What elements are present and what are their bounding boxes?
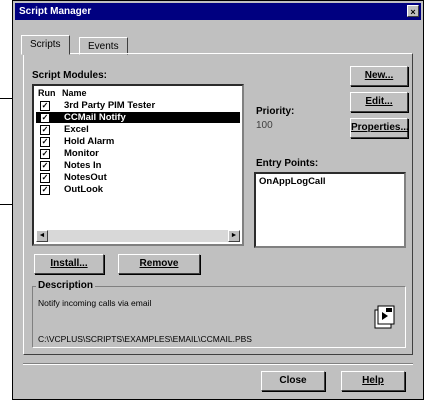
column-header-run[interactable]: Run xyxy=(38,88,58,99)
run-checkbox[interactable]: ✓ xyxy=(40,185,50,195)
list-item[interactable]: ✓ 3rd Party PIM Tester xyxy=(36,100,240,111)
script-modules-list[interactable]: Run Name ✓ 3rd Party PIM Tester ✓ CCMail No… xyxy=(32,84,244,246)
module-name: NotesOut xyxy=(64,172,107,183)
new-button-label: New... xyxy=(364,70,394,81)
run-checkbox[interactable]: ✓ xyxy=(40,149,50,159)
list-item[interactable]: ✓ Monitor xyxy=(36,148,240,159)
column-header-name[interactable]: Name xyxy=(62,88,87,99)
script-path: C:\VCPLUS\SCRIPTS\EXAMPLES\EMAIL\CCMAIL.… xyxy=(38,334,252,344)
new-button[interactable]: New... xyxy=(350,66,408,86)
module-name: Notes In xyxy=(64,160,102,171)
script-file-icon xyxy=(372,304,398,330)
run-checkbox[interactable]: ✓ xyxy=(40,113,50,123)
module-name: Monitor xyxy=(64,148,99,159)
list-item[interactable]: ✓ Excel xyxy=(36,124,240,135)
run-checkbox[interactable]: ✓ xyxy=(40,125,50,135)
description-text: Notify incoming calls via email xyxy=(38,298,152,308)
script-manager-window: Script Manager × Scripts Events Script M… xyxy=(12,0,424,400)
run-checkbox[interactable]: ✓ xyxy=(40,137,50,147)
list-item[interactable]: ✓ Hold Alarm xyxy=(36,136,240,147)
install-button-label: Install... xyxy=(50,258,88,269)
entry-points-label: Entry Points: xyxy=(256,158,319,169)
list-item[interactable]: ✓ CCMail Notify xyxy=(36,112,240,123)
list-item[interactable]: ✓ Notes In xyxy=(36,160,240,171)
tab-scripts-label: Scripts xyxy=(30,39,61,50)
remove-button[interactable]: Remove xyxy=(118,254,200,274)
title-bar: Script Manager × xyxy=(15,3,421,20)
edit-button[interactable]: Edit... xyxy=(350,92,408,112)
module-name: OutLook xyxy=(64,184,104,195)
help-button[interactable]: Help xyxy=(341,371,405,391)
script-modules-label: Script Modules: xyxy=(32,70,108,81)
remove-button-label: Remove xyxy=(139,258,179,269)
tab-scripts[interactable]: Scripts xyxy=(21,35,70,55)
run-checkbox[interactable]: ✓ xyxy=(40,161,50,171)
module-name: Excel xyxy=(64,124,89,135)
priority-value: 100 xyxy=(256,120,273,131)
help-button-label: Help xyxy=(362,375,384,386)
priority-label: Priority: xyxy=(256,106,295,117)
scripts-panel: Script Modules: Run Name ✓ 3rd Party PIM … xyxy=(23,53,413,355)
install-button[interactable]: Install... xyxy=(34,254,104,274)
horizontal-scrollbar[interactable]: ◄ ► xyxy=(36,230,240,242)
scroll-left-icon[interactable]: ◄ xyxy=(36,230,48,242)
tab-events-label: Events xyxy=(88,41,119,52)
module-name: CCMail Notify xyxy=(64,112,126,123)
entry-point-item[interactable]: OnAppLogCall xyxy=(259,176,326,187)
close-icon[interactable]: × xyxy=(407,5,419,17)
run-checkbox[interactable]: ✓ xyxy=(40,173,50,183)
module-name: 3rd Party PIM Tester xyxy=(64,100,156,111)
scroll-right-icon[interactable]: ► xyxy=(228,230,240,242)
window-title: Script Manager xyxy=(19,6,92,17)
close-button[interactable]: Close xyxy=(261,371,325,391)
list-item[interactable]: ✓ OutLook xyxy=(36,184,240,195)
close-button-label: Close xyxy=(279,375,307,386)
properties-button[interactable]: Properties... xyxy=(350,118,409,138)
bottom-separator xyxy=(23,363,413,365)
edit-button-label: Edit... xyxy=(365,96,393,107)
description-label: Description xyxy=(36,280,96,291)
module-name: Hold Alarm xyxy=(64,136,115,147)
entry-points-list[interactable]: OnAppLogCall xyxy=(254,172,406,248)
run-checkbox[interactable]: ✓ xyxy=(40,101,50,111)
properties-button-label: Properties... xyxy=(351,122,409,133)
list-item[interactable]: ✓ NotesOut xyxy=(36,172,240,183)
